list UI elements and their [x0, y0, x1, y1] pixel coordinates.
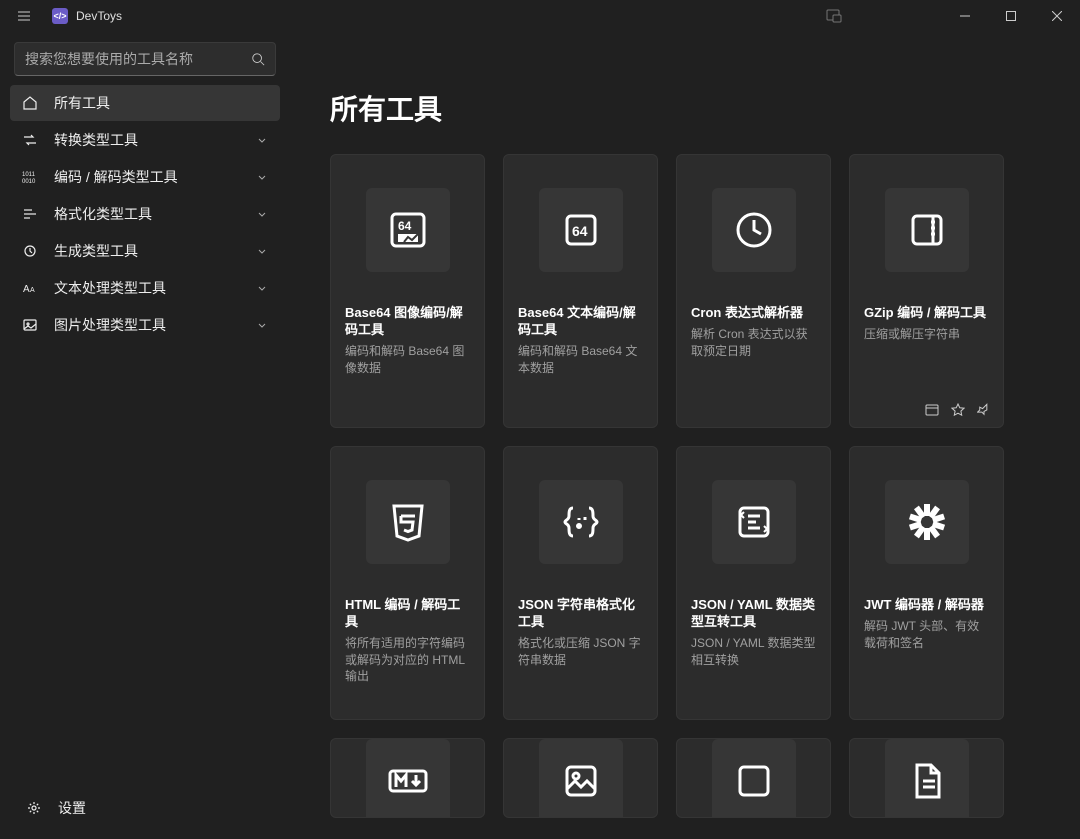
- search-input[interactable]: [25, 51, 245, 67]
- tool-card-placeholder-1[interactable]: [676, 738, 831, 818]
- binary-icon: 10110010: [22, 169, 38, 185]
- nav-converters[interactable]: 转换类型工具: [10, 122, 280, 158]
- nav-encoders[interactable]: 10110010 编码 / 解码类型工具: [10, 159, 280, 195]
- svg-text:64: 64: [572, 223, 588, 239]
- pin-icon[interactable]: [977, 403, 991, 417]
- svg-text:A: A: [30, 287, 35, 294]
- favorite-icon[interactable]: [951, 403, 965, 417]
- tool-card-cron[interactable]: Cron 表达式解析器 解析 Cron 表达式以获取预定日期: [676, 154, 831, 428]
- chevron-down-icon: [256, 134, 268, 146]
- app-title: DevToys: [76, 9, 122, 23]
- compact-overlay-icon[interactable]: [826, 8, 842, 24]
- chevron-down-icon: [256, 171, 268, 183]
- search-box[interactable]: [14, 42, 276, 76]
- card-desc: 将所有适用的字符编码或解码为对应的 HTML 输出: [345, 635, 470, 685]
- tool-card-placeholder-2[interactable]: [849, 738, 1004, 818]
- chevron-down-icon: [256, 208, 268, 220]
- card-title: Base64 图像编码/解码工具: [345, 305, 470, 339]
- nav-label: 生成类型工具: [54, 241, 138, 261]
- card-title: Cron 表达式解析器: [691, 305, 816, 322]
- titlebar: </> DevToys: [0, 0, 1080, 32]
- close-button[interactable]: [1034, 0, 1080, 32]
- card-title: GZip 编码 / 解码工具: [864, 305, 989, 322]
- base64-text-icon: 64: [539, 188, 623, 272]
- card-title: JWT 编码器 / 解码器: [864, 597, 989, 614]
- card-title: JSON 字符串格式化工具: [518, 597, 643, 631]
- tool-card-base64-text[interactable]: 64 Base64 文本编码/解码工具 编码和解码 Base64 文本数据: [503, 154, 658, 428]
- tool-card-markdown[interactable]: [330, 738, 485, 818]
- convert-icon: [22, 132, 38, 148]
- format-icon: [22, 206, 38, 222]
- card-desc: 编码和解码 Base64 图像数据: [345, 343, 470, 377]
- nav-graphics[interactable]: 图片处理类型工具: [10, 307, 280, 343]
- tool-card-json[interactable]: JSON 字符串格式化工具 格式化或压缩 JSON 字符串数据: [503, 446, 658, 720]
- nav-settings[interactable]: 设置: [14, 790, 276, 826]
- nav-text[interactable]: AA 文本处理类型工具: [10, 270, 280, 306]
- tool-card-jwt[interactable]: JWT 编码器 / 解码器 解码 JWT 头部、有效载荷和签名: [849, 446, 1004, 720]
- sidebar: 所有工具 转换类型工具 10110010 编码 / 解码类型工具 格式化类型工具…: [0, 32, 290, 839]
- card-title: Base64 文本编码/解码工具: [518, 305, 643, 339]
- card-desc: 解析 Cron 表达式以获取预定日期: [691, 326, 816, 360]
- chevron-down-icon: [256, 282, 268, 294]
- card-desc: 压缩或解压字符串: [864, 326, 989, 343]
- nav-label: 编码 / 解码类型工具: [54, 167, 178, 187]
- json-yaml-icon: [712, 480, 796, 564]
- card-desc: 格式化或压缩 JSON 字符串数据: [518, 635, 643, 669]
- nav-label: 图片处理类型工具: [54, 315, 166, 335]
- html-icon: [366, 480, 450, 564]
- maximize-button[interactable]: [988, 0, 1034, 32]
- card-desc: JSON / YAML 数据类型相互转换: [691, 635, 816, 669]
- nav-formatters[interactable]: 格式化类型工具: [10, 196, 280, 232]
- svg-text:1011: 1011: [22, 172, 36, 178]
- home-icon: [22, 95, 38, 111]
- jwt-icon: [885, 480, 969, 564]
- nav-label: 所有工具: [54, 93, 110, 113]
- svg-text:64: 64: [398, 219, 412, 233]
- placeholder-icon: [712, 739, 796, 818]
- page-title: 所有工具: [330, 88, 1040, 128]
- app-icon: </>: [52, 8, 68, 24]
- image-icon: [22, 317, 38, 333]
- chevron-down-icon: [256, 319, 268, 331]
- nav-label: 文本处理类型工具: [54, 278, 166, 298]
- nav-label: 转换类型工具: [54, 130, 138, 150]
- card-title: HTML 编码 / 解码工具: [345, 597, 470, 631]
- nav-label: 格式化类型工具: [54, 204, 152, 224]
- nav-generators[interactable]: 生成类型工具: [10, 233, 280, 269]
- document-icon: [885, 739, 969, 818]
- base64-image-icon: 64: [366, 188, 450, 272]
- json-icon: [539, 480, 623, 564]
- svg-text:A: A: [23, 284, 30, 295]
- tool-card-html[interactable]: HTML 编码 / 解码工具 将所有适用的字符编码或解码为对应的 HTML 输出: [330, 446, 485, 720]
- tool-card-gzip[interactable]: GZip 编码 / 解码工具 压缩或解压字符串: [849, 154, 1004, 428]
- chevron-down-icon: [256, 245, 268, 257]
- hamburger-button[interactable]: [4, 0, 44, 32]
- svg-text:0010: 0010: [22, 179, 36, 185]
- gzip-icon: [885, 188, 969, 272]
- generate-icon: [22, 243, 38, 259]
- card-desc: 解码 JWT 头部、有效载荷和签名: [864, 618, 989, 652]
- tool-card-base64-image[interactable]: 64 Base64 图像编码/解码工具 编码和解码 Base64 图像数据: [330, 154, 485, 428]
- minimize-button[interactable]: [942, 0, 988, 32]
- image-tool-icon: [539, 739, 623, 818]
- search-icon: [251, 52, 265, 66]
- open-window-icon[interactable]: [925, 403, 939, 417]
- main-content: 所有工具 64 Base64 图像编码/解码工具 编码和解码 Base64 图像…: [290, 32, 1080, 839]
- text-icon: AA: [22, 280, 38, 296]
- markdown-icon: [366, 739, 450, 818]
- tool-card-image[interactable]: [503, 738, 658, 818]
- tool-grid: 64 Base64 图像编码/解码工具 编码和解码 Base64 图像数据 64…: [330, 154, 1040, 818]
- card-title: JSON / YAML 数据类型互转工具: [691, 597, 816, 631]
- nav-all-tools[interactable]: 所有工具: [10, 85, 280, 121]
- gear-icon: [26, 800, 42, 816]
- tool-card-json-yaml[interactable]: JSON / YAML 数据类型互转工具 JSON / YAML 数据类型相互转…: [676, 446, 831, 720]
- clock-icon: [712, 188, 796, 272]
- card-desc: 编码和解码 Base64 文本数据: [518, 343, 643, 377]
- nav-label: 设置: [58, 798, 86, 818]
